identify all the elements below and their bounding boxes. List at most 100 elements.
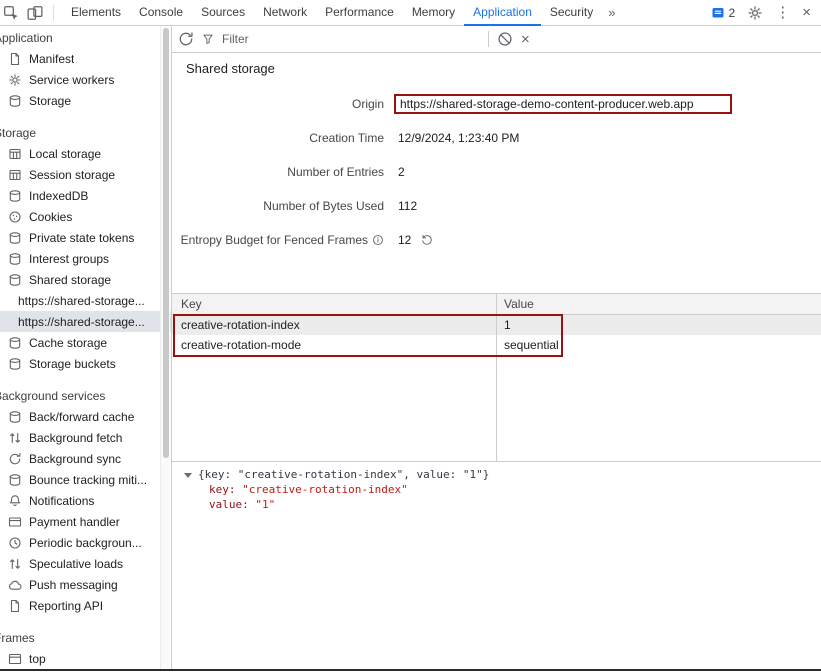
service-worker-gear-icon xyxy=(8,73,22,87)
kebab-menu-icon[interactable]: ⋮ xyxy=(775,5,790,20)
sidebar-item-payment-handler[interactable]: Payment handler xyxy=(0,511,171,532)
delete-all-icon[interactable] xyxy=(497,31,513,47)
database-icon xyxy=(8,336,22,350)
sidebar-item-background-sync[interactable]: Background sync xyxy=(0,448,171,469)
database-icon xyxy=(8,357,22,371)
section-title-application: Application xyxy=(0,28,171,48)
preview-summary-line: {key: "creative-rotation-index", value: … xyxy=(184,467,821,482)
database-icon xyxy=(8,189,22,203)
sidebar-item-interest-groups[interactable]: Interest groups xyxy=(0,248,171,269)
entries-count-value: 2 xyxy=(398,165,405,179)
sidebar-item-bounce-tracking-mitigations[interactable]: Bounce tracking miti... xyxy=(0,469,171,490)
info-icon[interactable] xyxy=(372,234,384,246)
database-icon xyxy=(8,94,22,108)
application-sidebar: Application Manifest Service workers Sto… xyxy=(0,26,172,670)
origin-value-annotation-box: https://shared-storage-demo-content-prod… xyxy=(394,94,732,114)
bell-icon xyxy=(8,494,22,508)
database-icon xyxy=(8,252,22,266)
sidebar-scrollbar[interactable] xyxy=(160,26,170,670)
sidebar-item-reporting-api[interactable]: Reporting API xyxy=(0,595,171,616)
field-origin: Origin https://shared-storage-demo-conte… xyxy=(172,94,821,114)
shared-storage-panel: × Shared storage Origin https://shared-s… xyxy=(172,26,821,670)
frame-icon xyxy=(8,652,22,666)
preview-value-line: value: "1" xyxy=(184,497,821,512)
column-header-value: Value xyxy=(496,294,821,314)
sidebar-item-local-storage[interactable]: Local storage xyxy=(0,143,171,164)
sidebar-item-notifications[interactable]: Notifications xyxy=(0,490,171,511)
tab-security[interactable]: Security xyxy=(541,0,602,26)
page-title: Shared storage xyxy=(186,61,821,76)
preview-key-line: key: "creative-rotation-index" xyxy=(184,482,821,497)
panel-toolbar: × xyxy=(172,26,821,53)
sidebar-item-storage[interactable]: Storage xyxy=(0,90,171,111)
sidebar-item-back-forward-cache[interactable]: Back/forward cache xyxy=(0,406,171,427)
issues-count: 2 xyxy=(729,6,736,20)
sidebar-item-push-messaging[interactable]: Push messaging xyxy=(0,574,171,595)
bytes-used-value: 112 xyxy=(398,199,417,213)
section-title-background-services: Background services xyxy=(0,386,171,406)
table-icon xyxy=(8,168,22,182)
creation-time-value: 12/9/2024, 1:23:40 PM xyxy=(398,131,519,145)
filter-funnel-icon xyxy=(202,33,214,45)
divider xyxy=(53,5,54,21)
filter-input[interactable] xyxy=(220,31,450,47)
close-devtools-icon[interactable]: × xyxy=(802,5,811,20)
settings-gear-icon[interactable] xyxy=(747,5,763,21)
sidebar-item-session-storage[interactable]: Session storage xyxy=(0,164,171,185)
sidebar-item-cookies[interactable]: Cookies xyxy=(0,206,171,227)
tab-sources[interactable]: Sources xyxy=(192,0,254,26)
panel-tabs: Elements Console Sources Network Perform… xyxy=(62,0,602,26)
sidebar-item-speculative-loads[interactable]: Speculative loads xyxy=(0,553,171,574)
devtools-tabbar: Elements Console Sources Network Perform… xyxy=(0,0,821,26)
sidebar-item-frame-top[interactable]: top xyxy=(0,648,171,669)
sidebar-item-shared-storage-origin-1[interactable]: https://shared-storage... xyxy=(0,290,171,311)
sidebar-item-periodic-background-sync[interactable]: Periodic backgroun... xyxy=(0,532,171,553)
more-tabs-chevron[interactable]: » xyxy=(602,5,621,20)
sidebar-item-shared-storage[interactable]: Shared storage xyxy=(0,269,171,290)
section-title-frames: Frames xyxy=(0,628,171,648)
sync-icon xyxy=(8,452,22,466)
up-down-arrows-icon xyxy=(8,431,22,445)
entry-value: sequential xyxy=(496,335,821,355)
sidebar-item-indexeddb[interactable]: IndexedDB xyxy=(0,185,171,206)
column-resize-divider[interactable] xyxy=(496,294,497,461)
column-header-key: Key xyxy=(172,294,496,314)
entries-table: Key Value creative-rotation-index 1 crea… xyxy=(172,293,821,462)
sidebar-item-shared-storage-origin-2-selected[interactable]: https://shared-storage... xyxy=(0,311,171,332)
device-toolbar-icon[interactable] xyxy=(27,5,43,21)
sidebar-item-manifest[interactable]: Manifest xyxy=(0,48,171,69)
delete-selected-icon[interactable]: × xyxy=(521,32,530,47)
filter-box[interactable] xyxy=(202,31,450,47)
sidebar-item-cache-storage[interactable]: Cache storage xyxy=(0,332,171,353)
reset-budget-icon[interactable] xyxy=(421,234,433,246)
tab-memory[interactable]: Memory xyxy=(403,0,464,26)
database-icon xyxy=(8,231,22,245)
cookie-icon xyxy=(8,210,22,224)
devtools-window: Elements Console Sources Network Perform… xyxy=(0,0,821,672)
metadata-report: Shared storage Origin https://shared-sto… xyxy=(172,53,821,250)
sidebar-item-background-fetch[interactable]: Background fetch xyxy=(0,427,171,448)
sidebar-item-storage-buckets[interactable]: Storage buckets xyxy=(0,353,171,374)
field-number-of-entries: Number of Entries 2 xyxy=(172,162,821,182)
entry-key: creative-rotation-index xyxy=(172,315,496,335)
table-icon xyxy=(8,147,22,161)
entry-preview: {key: "creative-rotation-index", value: … xyxy=(172,462,821,512)
tab-network[interactable]: Network xyxy=(254,0,316,26)
issues-counter[interactable]: 2 xyxy=(711,6,736,20)
sidebar-item-private-state-tokens[interactable]: Private state tokens xyxy=(0,227,171,248)
database-icon xyxy=(8,473,22,487)
tab-application[interactable]: Application xyxy=(464,0,541,26)
sidebar-item-service-workers[interactable]: Service workers xyxy=(0,69,171,90)
disclosure-triangle-icon[interactable] xyxy=(184,473,192,478)
inspect-element-icon[interactable] xyxy=(3,5,19,21)
clock-icon xyxy=(8,536,22,550)
field-number-of-bytes: Number of Bytes Used 112 xyxy=(172,196,821,216)
tab-console[interactable]: Console xyxy=(130,0,192,26)
tab-elements[interactable]: Elements xyxy=(62,0,130,26)
tab-performance[interactable]: Performance xyxy=(316,0,403,26)
entropy-budget-value: 12 xyxy=(398,233,411,247)
origin-value: https://shared-storage-demo-content-prod… xyxy=(400,97,694,111)
window-bottom-edge xyxy=(0,669,821,671)
refresh-icon[interactable] xyxy=(178,31,194,47)
sidebar-scrollbar-thumb[interactable] xyxy=(163,28,169,458)
